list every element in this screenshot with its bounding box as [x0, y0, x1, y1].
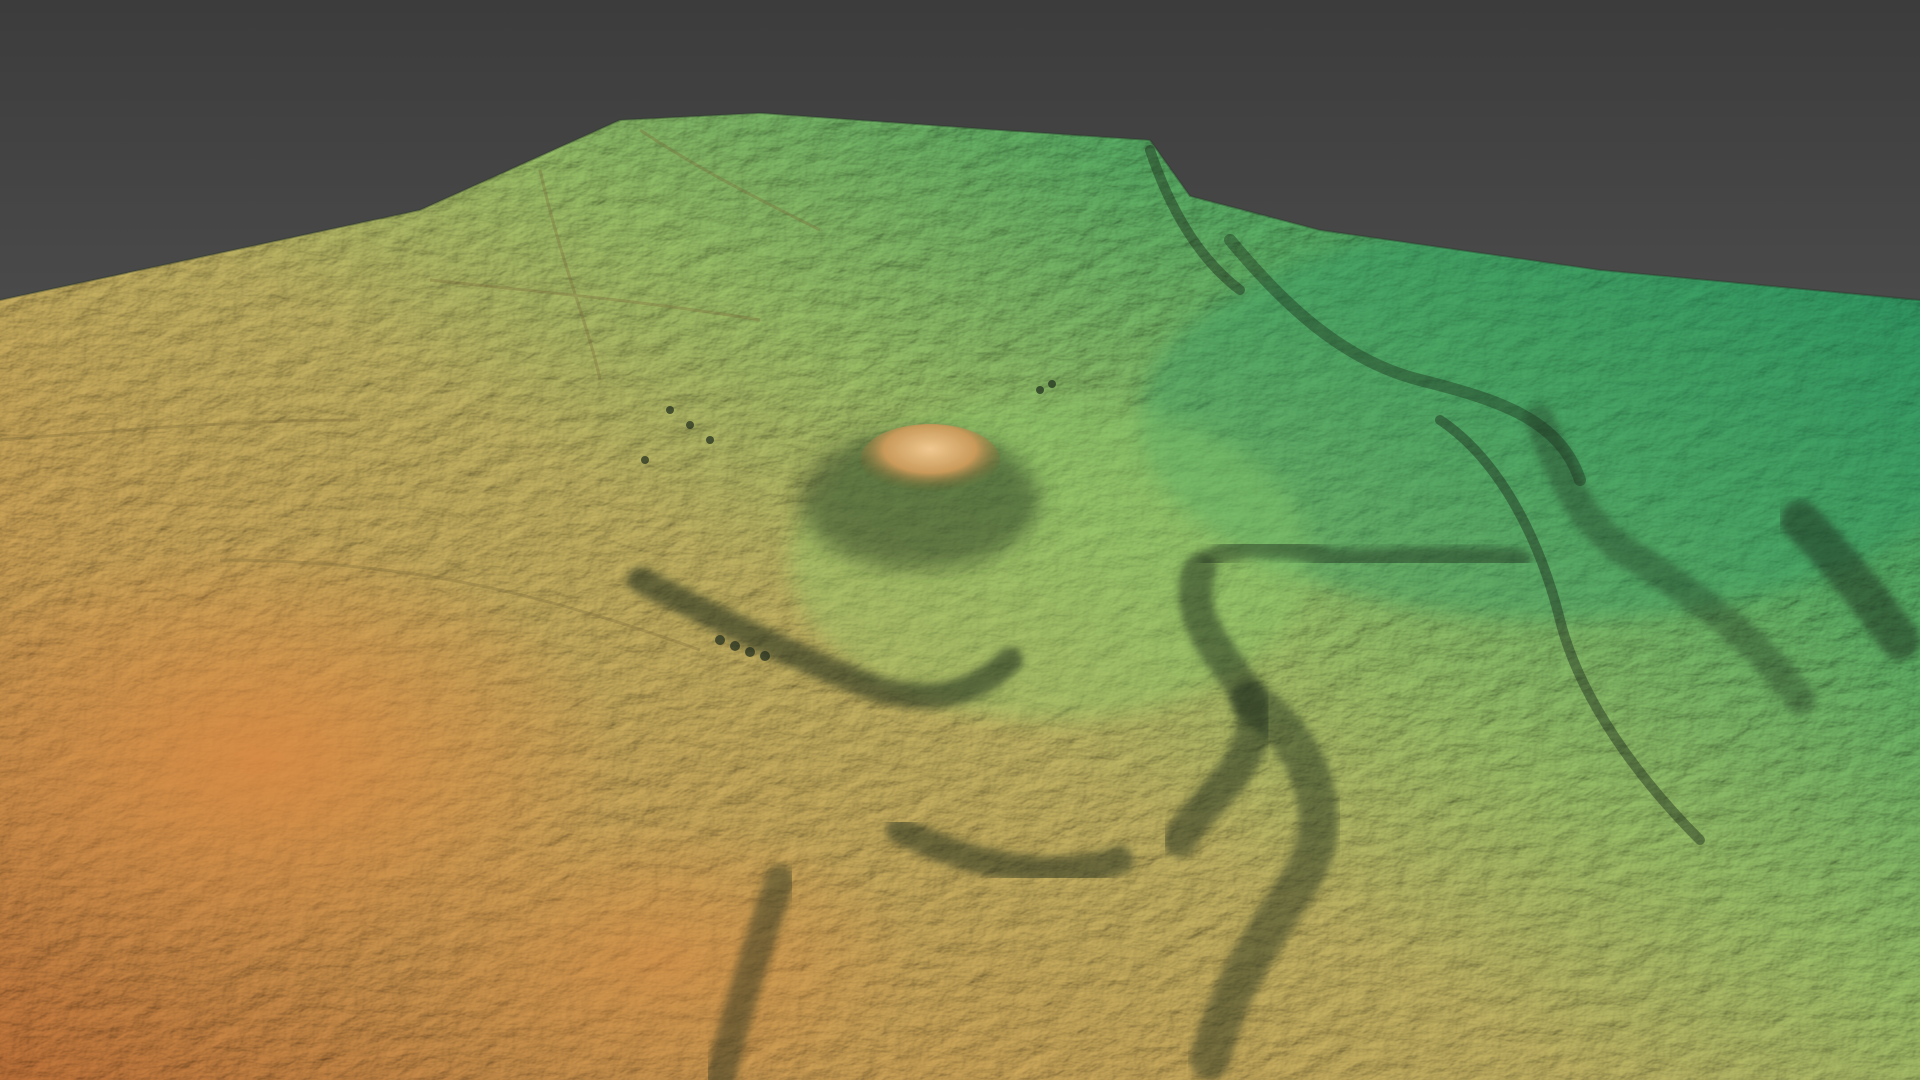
viewport [0, 0, 1920, 1080]
terrain-scene [0, 0, 1920, 1080]
